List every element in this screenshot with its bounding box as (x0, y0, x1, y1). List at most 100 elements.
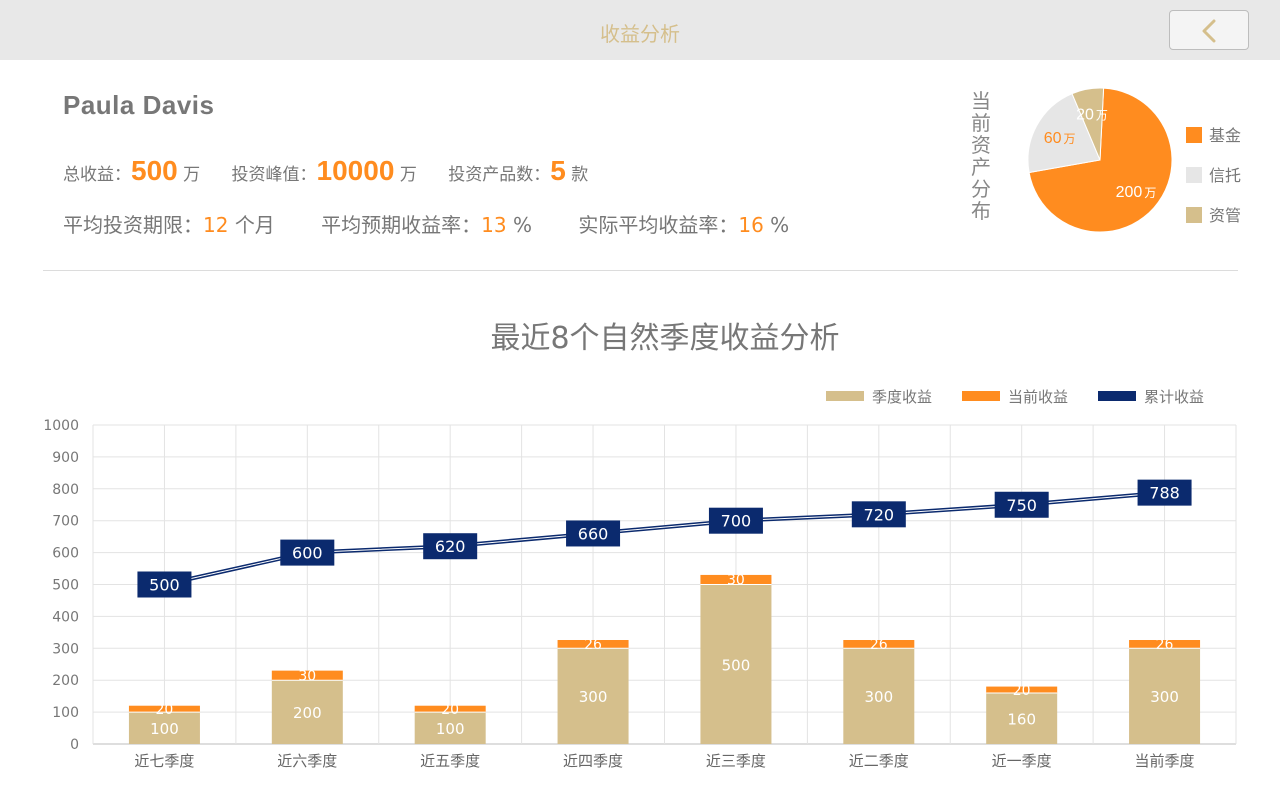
y-tick-label: 300 (52, 641, 79, 657)
pie-legend-item: 资管 (1186, 202, 1241, 242)
avg-term-unit: 个月 (234, 213, 275, 237)
y-tick-label: 500 (52, 578, 79, 594)
bar-quarter-label: 200 (293, 704, 322, 722)
x-tick-label: 近一季度 (992, 752, 1052, 770)
bar-quarter-label: 100 (436, 720, 465, 738)
chart-legend-label: 累计收益 (1144, 388, 1205, 406)
back-button[interactable] (1169, 10, 1249, 50)
y-tick-label: 700 (52, 514, 79, 530)
bar-quarter-label: 100 (150, 720, 179, 738)
y-tick-label: 400 (52, 609, 79, 625)
pie-slice-label: 60 万 (1044, 130, 1076, 147)
cumulative-label: 720 (864, 505, 895, 524)
product-count-unit: 款 (571, 165, 589, 185)
page-title: 收益分析 (600, 22, 680, 46)
bar-current-label: 26 (584, 637, 602, 653)
investment-peak-unit: 万 (399, 165, 417, 185)
y-tick-label: 800 (52, 482, 79, 498)
expected-rate-unit: % (512, 213, 532, 237)
cumulative-label: 600 (292, 544, 323, 563)
cumulative-label: 700 (721, 512, 752, 531)
avg-term: 平均投资期限：12 个月 (63, 209, 275, 238)
product-count: 投资产品数：5 款 (448, 155, 588, 187)
actual-rate-label: 实际平均收益率： (578, 213, 739, 237)
actual-rate: 实际平均收益率：16 % (578, 209, 789, 238)
avg-term-value: 12 (203, 213, 229, 237)
y-tick-label: 100 (52, 705, 79, 721)
asset-pie-title: 当前资产分布 (971, 89, 991, 223)
pie-slice-label: 200 万 (1116, 184, 1157, 201)
chart-legend-swatch (826, 391, 864, 401)
bar-quarter-label: 300 (864, 688, 893, 706)
x-tick-label: 近二季度 (849, 752, 909, 770)
total-income-label: 总收益： (63, 165, 131, 185)
chart-legend-swatch (1098, 391, 1137, 401)
bar-current-label: 26 (870, 637, 888, 653)
investment-peak: 投资峰值：10000 万 (232, 155, 417, 187)
top-bar: 收益分析 (0, 0, 1280, 60)
expected-rate: 平均预期收益率：13 % (321, 209, 532, 238)
x-tick-label: 近五季度 (420, 752, 480, 770)
pie-legend-item: 信托 (1186, 162, 1241, 202)
x-tick-label: 近七季度 (134, 752, 194, 770)
chart-title: 最近8个自然季度收益分析 (490, 321, 840, 356)
y-tick-label: 1000 (43, 418, 79, 434)
bar-quarter-label: 160 (1007, 710, 1036, 728)
chart-legend-item: 季度收益 (826, 386, 932, 407)
cumulative-label: 500 (149, 576, 180, 595)
divider (43, 270, 1238, 271)
pie-legend-swatch (1186, 167, 1202, 183)
pie-legend-label: 信托 (1209, 166, 1242, 185)
summary-row-1: 总收益：500 万 投资峰值：10000 万 投资产品数：5 款 (63, 155, 614, 187)
y-tick-label: 600 (52, 546, 79, 562)
y-tick-label: 900 (52, 450, 79, 466)
pie-legend-item: 基金 (1186, 122, 1241, 162)
bar-current-label: 26 (1156, 637, 1174, 653)
pie-legend-label: 基金 (1209, 126, 1242, 145)
product-count-value: 5 (550, 155, 566, 186)
x-tick-label: 近六季度 (277, 752, 337, 770)
user-name: Paula Davis (63, 90, 215, 120)
cumulative-label: 750 (1006, 496, 1037, 515)
chevron-left-icon (1202, 19, 1216, 43)
avg-term-label: 平均投资期限： (63, 213, 203, 237)
pie-legend-label: 资管 (1209, 206, 1242, 225)
x-tick-label: 当前季度 (1135, 752, 1195, 770)
pie-slice-label: 20 万 (1076, 107, 1108, 124)
bar-current-label: 20 (156, 702, 174, 718)
bar-current-label: 20 (1013, 683, 1031, 699)
cumulative-label: 620 (435, 537, 466, 556)
bar-current-label: 20 (441, 702, 459, 718)
total-income: 总收益：500 万 (63, 155, 200, 187)
investment-peak-label: 投资峰值： (231, 165, 317, 185)
chart-legend-swatch (962, 391, 1001, 401)
bar-quarter-label: 300 (579, 688, 608, 706)
expected-rate-value: 13 (481, 213, 507, 237)
chart-legend-label: 当前收益 (1008, 388, 1069, 406)
bar-current-label: 30 (727, 573, 745, 589)
cumulative-label: 660 (578, 524, 609, 543)
y-tick-label: 200 (52, 673, 79, 689)
total-income-unit: 万 (183, 165, 201, 185)
chart-legend-item: 当前收益 (962, 386, 1068, 407)
actual-rate-value: 16 (738, 213, 764, 237)
cumulative-label: 788 (1149, 484, 1180, 503)
asset-pie-chart: 200 万 60 万20 万 (1027, 87, 1173, 233)
bar-quarter-label: 500 (722, 656, 751, 674)
total-income-value: 500 (131, 155, 178, 186)
chart-legend: 季度收益 当前收益 累计收益 (826, 386, 1234, 407)
product-count-label: 投资产品数： (448, 165, 551, 185)
quarterly-income-chart: 0 100 200 300 400 500 600 700 800 900 1000 100 20 近七季… (43, 418, 1237, 770)
x-tick-label: 近三季度 (706, 752, 766, 770)
summary-row-2: 平均投资期限：12 个月 平均预期收益率：13 % 实际平均收益率：16 % (63, 209, 829, 238)
x-tick-label: 近四季度 (563, 752, 623, 770)
actual-rate-unit: % (770, 213, 790, 237)
pie-legend-swatch (1186, 127, 1202, 143)
bar-current-label: 30 (298, 668, 316, 684)
y-tick-label: 0 (70, 737, 79, 753)
chart-legend-item: 累计收益 (1098, 386, 1204, 407)
expected-rate-label: 平均预期收益率： (321, 213, 482, 237)
chart-legend-label: 季度收益 (872, 388, 933, 406)
bar-quarter-label: 300 (1150, 688, 1179, 706)
asset-pie-legend: 基金 信托 资管 (1186, 122, 1241, 242)
